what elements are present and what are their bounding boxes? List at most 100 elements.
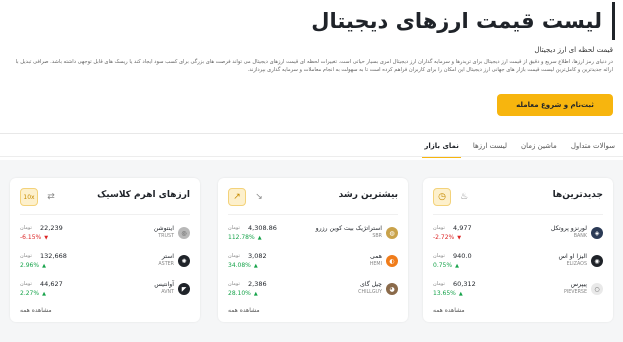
market-card: بیشترین رشد ↗ ↘ ◍ استراتژیک بیت کوین رزرو SBR… xyxy=(218,178,408,322)
price-change: 28.10% ▲ xyxy=(228,290,258,297)
coin-row[interactable]: ◍ استراتژیک بیت کوین رزرو SBR 4,308.86 تومان… xyxy=(228,222,398,248)
coin-symbol: AVNT xyxy=(161,290,174,295)
page-subtitle: قیمت لحظه ای ارز دیجیتال xyxy=(534,46,613,54)
page-description: در دنیای رمز ارزها، اطلاع سریع و دقیق از… xyxy=(15,59,613,74)
coin-logo-icon: ◎ xyxy=(178,227,190,239)
coin-row[interactable]: ○ پیپرس PIEVERSE 60,312 تومان 13.65% ▲ xyxy=(433,278,603,304)
coin-row[interactable]: ◎ اینتوشن TRUST 22,239 تومان -6.15% ▼ xyxy=(20,222,190,248)
coin-logo-icon: ◐ xyxy=(386,255,398,267)
price-unit: تومان xyxy=(20,225,32,231)
page-title-block: لیست قیمت ارزهای دیجیتال xyxy=(311,2,615,40)
coin-price: 44,627 xyxy=(40,280,63,288)
coin-logo-icon: ○ xyxy=(591,283,603,295)
coin-symbol: HEMI xyxy=(369,262,382,267)
coin-symbol: ELIZAOS xyxy=(566,262,587,267)
price-change-value: 2.96% xyxy=(20,262,40,269)
leverage-10x-icon[interactable]: 10x xyxy=(20,188,38,206)
price-change: 112.78% ▲ xyxy=(228,234,262,241)
coin-name: استر xyxy=(161,253,174,260)
coin-row[interactable]: ✺ استر ASTER 132,668 تومان 2.96% ▲ xyxy=(20,250,190,276)
price-unit: تومان xyxy=(228,225,240,231)
swap-icon[interactable]: ⇄ xyxy=(42,188,60,206)
view-all-link[interactable]: مشاهده همه xyxy=(433,307,465,314)
price-change-value: 0.75% xyxy=(433,262,453,269)
price-change-value: 28.10% xyxy=(228,290,251,297)
price-unit: تومان xyxy=(433,253,445,259)
coin-symbol: CHILLGUY xyxy=(358,290,382,295)
arrow-down-icon: ▼ xyxy=(44,235,49,241)
coin-symbol: SBR xyxy=(372,234,382,239)
trend-up-icon[interactable]: ↗ xyxy=(228,188,246,206)
coin-row[interactable]: ◤ آوانتیس AVNT 44,627 تومان 2.27% ▲ xyxy=(20,278,190,304)
coin-logo-icon: ◉ xyxy=(591,255,603,267)
coin-name: لورنزو پروتکل xyxy=(550,225,587,232)
coin-name: استراتژیک بیت کوین رزرو xyxy=(315,225,382,232)
arrow-up-icon: ▲ xyxy=(458,291,463,297)
trend-down-icon[interactable]: ↘ xyxy=(250,188,268,206)
coin-row[interactable]: ◉ الیزا او اس ELIZAOS 940.0 تومان 0.75% ▲ xyxy=(433,250,603,276)
signup-start-trading-button[interactable]: ثبت‌نام و شروع معامله xyxy=(497,94,613,116)
coin-price: 3,082 xyxy=(248,252,267,260)
price-unit: تومان xyxy=(433,281,445,287)
arrow-up-icon: ▲ xyxy=(455,263,459,269)
fire-icon[interactable]: ♨ xyxy=(455,188,473,206)
arrow-up-icon: ▲ xyxy=(257,235,262,241)
price-unit: تومان xyxy=(228,253,240,259)
price-change-value: -6.15% xyxy=(20,234,42,241)
tabs-underline xyxy=(0,156,623,157)
coin-row[interactable]: ◈ لورنزو پروتکل BANK 4,977 تومان -2.72% ▼ xyxy=(433,222,603,248)
coin-price: 4,308.86 xyxy=(248,224,277,232)
coin-name: همی xyxy=(370,253,382,260)
view-all-link[interactable]: مشاهده همه xyxy=(228,307,260,314)
price-change: -2.72% ▼ xyxy=(433,234,461,241)
coin-logo-icon: ◕ xyxy=(386,283,398,295)
card-header: بیشترین رشد ↗ ↘ xyxy=(228,188,398,206)
price-change: 0.75% ▲ xyxy=(433,262,459,269)
view-all-link[interactable]: مشاهده همه xyxy=(20,307,52,314)
arrow-down-icon: ▼ xyxy=(457,235,462,241)
coin-name: چیل گای xyxy=(359,281,382,288)
coin-row[interactable]: ◐ همی HEMI 3,082 تومان 34.08% ▲ xyxy=(228,250,398,276)
price-unit: تومان xyxy=(433,225,445,231)
card-title: ارزهای اهرم کلاسیک xyxy=(97,190,190,200)
coin-logo-icon: ✺ xyxy=(178,255,190,267)
coin-logo-icon: ◈ xyxy=(591,227,603,239)
coin-symbol: TRUST xyxy=(158,234,174,239)
arrow-up-icon: ▲ xyxy=(253,291,258,297)
page-title: لیست قیمت ارزهای دیجیتال xyxy=(311,9,602,33)
coin-logo-icon: ◤ xyxy=(178,283,190,295)
price-change: 34.08% ▲ xyxy=(228,262,258,269)
coin-logo-icon: ◍ xyxy=(386,227,398,239)
card-title: جدیدترین‌ها xyxy=(552,190,603,200)
card-divider xyxy=(433,214,603,215)
coin-name: الیزا او اس xyxy=(558,253,587,260)
coin-row[interactable]: ◕ چیل گای CHILLGUY 2,386 تومان 28.10% ▲ xyxy=(228,278,398,304)
price-change: 13.65% ▲ xyxy=(433,290,463,297)
price-change: 2.27% ▲ xyxy=(20,290,46,297)
price-unit: تومان xyxy=(20,281,32,287)
coin-price: 940.0 xyxy=(453,252,472,260)
price-change: 2.96% ▲ xyxy=(20,262,46,269)
coin-price: 4,977 xyxy=(453,224,472,232)
coin-name: پیپرس xyxy=(570,281,587,288)
price-change-value: 112.78% xyxy=(228,234,255,241)
card-header: ارزهای اهرم کلاسیک 10x ⇄ xyxy=(20,188,190,206)
arrow-up-icon: ▲ xyxy=(42,291,46,297)
price-change-value: 34.08% xyxy=(228,262,251,269)
coin-symbol: ASTER xyxy=(158,262,174,267)
price-unit: تومان xyxy=(20,253,32,259)
price-change: -6.15% ▼ xyxy=(20,234,48,241)
arrow-up-icon: ▲ xyxy=(253,263,258,269)
card-header: جدیدترین‌ها ◷ ♨ xyxy=(433,188,603,206)
coin-price: 132,668 xyxy=(40,252,67,260)
coin-symbol: PIEVERSE xyxy=(563,290,587,295)
coin-price: 60,312 xyxy=(453,280,476,288)
price-unit: تومان xyxy=(228,281,240,287)
clock-icon[interactable]: ◷ xyxy=(433,188,451,206)
market-card: جدیدترین‌ها ◷ ♨ ◈ لورنزو پروتکل BANK 4,977 توما… xyxy=(423,178,613,322)
coin-name: اینتوشن xyxy=(153,225,174,232)
card-title: بیشترین رشد xyxy=(338,190,398,200)
coin-symbol: BANK xyxy=(573,234,587,239)
coin-price: 2,386 xyxy=(248,280,267,288)
price-change-value: -2.72% xyxy=(433,234,455,241)
